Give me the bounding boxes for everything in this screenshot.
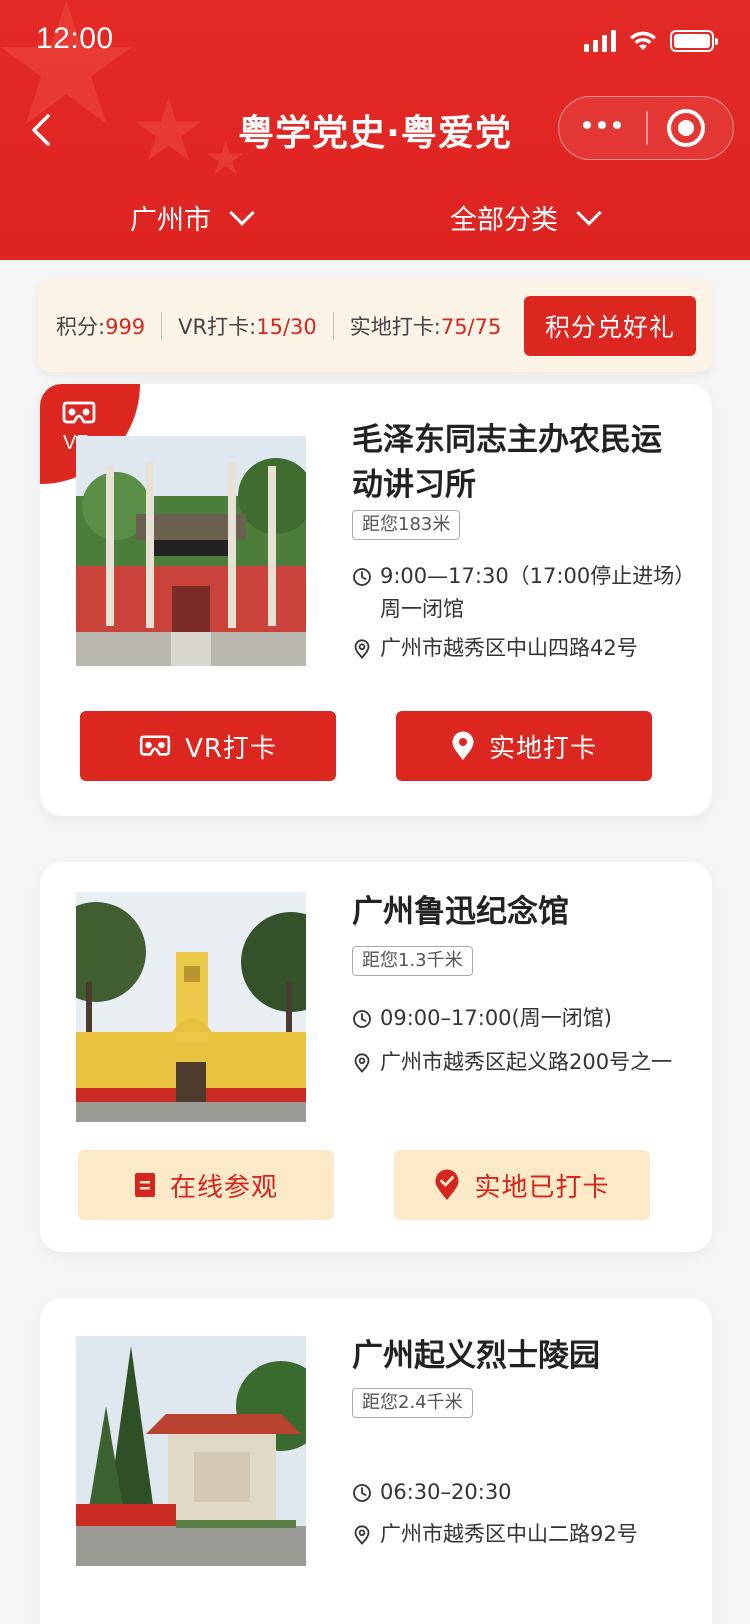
redeem-gifts-button[interactable]: 积分兑好礼 xyxy=(524,296,696,356)
document-icon xyxy=(134,1173,155,1197)
vr-checkin-button[interactable]: VR打卡 xyxy=(80,711,336,781)
onsite-checkin-value: 75/75 xyxy=(440,315,502,339)
location-pin-icon xyxy=(354,639,370,659)
city-filter-dropdown[interactable]: 广州市 xyxy=(130,198,255,237)
vr-checkin-value: 15/30 xyxy=(256,315,317,339)
opening-hours-text: 9:00—17:30（17:00停止进场）周一闭馆 xyxy=(380,564,696,621)
onsite-checkin-label: 实地打卡: xyxy=(349,315,441,339)
more-dots-icon[interactable] xyxy=(583,121,621,129)
location-pin-icon xyxy=(354,1053,370,1073)
battery-icon xyxy=(670,30,718,52)
opening-hours-text: 09:00–17:00(周一闭馆) xyxy=(380,1006,612,1030)
points-label: 积分: xyxy=(56,315,106,339)
opening-hours: 09:00–17:00(周一闭馆) xyxy=(352,1002,697,1035)
city-filter-label: 广州市 xyxy=(130,205,211,236)
category-filter-dropdown[interactable]: 全部分类 xyxy=(450,198,602,237)
vr-checkin-label: VR打卡: xyxy=(178,315,257,339)
site-photo xyxy=(76,892,306,1122)
address-text: 广州市越秀区中山四路42号 xyxy=(380,636,638,660)
chevron-down-icon xyxy=(576,199,602,226)
site-title: 广州鲁迅纪念馆 xyxy=(352,894,569,930)
address: 广州市越秀区中山四路42号 xyxy=(352,632,697,665)
status-icons xyxy=(584,30,718,52)
wifi-icon xyxy=(630,31,656,50)
filter-bar: 广州市 全部分类 xyxy=(0,190,750,250)
vr-checkin-stat: VR打卡:15/30 xyxy=(178,311,317,341)
online-visit-button[interactable]: 在线参观 xyxy=(78,1150,334,1220)
address: 广州市越秀区中山二路92号 xyxy=(352,1518,697,1551)
distance-badge: 距您2.4千米 xyxy=(352,1388,473,1418)
site-photo xyxy=(76,1336,306,1566)
onsite-checked-in-button[interactable]: 实地已打卡 xyxy=(394,1150,650,1220)
capsule-divider xyxy=(646,111,648,145)
clock-icon xyxy=(353,1484,371,1502)
address-text: 广州市越秀区起义路200号之一 xyxy=(380,1050,673,1074)
vr-checkin-button-label: VR打卡 xyxy=(185,733,277,764)
divider xyxy=(332,312,334,340)
points-value: 999 xyxy=(105,315,146,339)
navigation-bar: 粤学党史·粤爱党 xyxy=(0,90,750,170)
vr-glasses-icon xyxy=(139,735,171,756)
address: 广州市越秀区起义路200号之一 xyxy=(352,1046,682,1079)
location-check-icon xyxy=(435,1169,459,1200)
chevron-down-icon xyxy=(229,199,255,226)
header: ★ ★ ★ 12:00 粤学党史·粤爱党 广州市 全部分类 xyxy=(0,0,750,260)
distance-badge: 距您1.3千米 xyxy=(352,946,473,976)
mini-program-capsule xyxy=(558,96,734,160)
onsite-checkin-stat: 实地打卡:75/75 xyxy=(350,311,502,341)
target-icon[interactable] xyxy=(667,109,705,147)
site-title: 广州起义烈士陵园 xyxy=(352,1338,600,1374)
points-stat: 积分:999 xyxy=(56,311,145,341)
site-title: 毛泽东同志主办农民运动讲习所 xyxy=(352,422,662,503)
status-time: 12:00 xyxy=(36,22,114,55)
category-filter-label: 全部分类 xyxy=(450,205,558,236)
vr-glasses-icon xyxy=(62,401,96,424)
distance-badge: 距您183米 xyxy=(352,510,461,540)
opening-hours: 06:30–20:30 xyxy=(352,1476,697,1509)
clock-icon xyxy=(353,1010,371,1028)
status-bar: 12:00 xyxy=(0,0,750,88)
onsite-checkin-button[interactable]: 实地打卡 xyxy=(396,711,652,781)
location-pin-icon xyxy=(354,1525,370,1545)
divider xyxy=(161,312,163,340)
signal-icon xyxy=(584,30,616,52)
location-pin-icon xyxy=(452,731,474,760)
onsite-checkin-button-label: 实地打卡 xyxy=(488,733,597,764)
online-visit-button-label: 在线参观 xyxy=(169,1172,278,1203)
opening-hours-text: 06:30–20:30 xyxy=(380,1480,512,1504)
opening-hours: 9:00—17:30（17:00停止进场）周一闭馆 xyxy=(352,560,697,626)
clock-icon xyxy=(353,568,371,586)
site-card[interactable]: 广州起义烈士陵园 距您2.4千米 06:30–20:30 广州市越秀区中山二路9… xyxy=(40,1298,712,1624)
address-text: 广州市越秀区中山二路92号 xyxy=(380,1522,638,1546)
site-photo xyxy=(76,436,306,666)
site-card[interactable]: 广州鲁迅纪念馆 距您1.3千米 09:00–17:00(周一闭馆) 广州市越秀区… xyxy=(40,862,712,1252)
onsite-checked-in-button-label: 实地已打卡 xyxy=(474,1172,610,1203)
site-card[interactable]: VR 毛泽东同志主办农民运动讲习所 距您183米 9:00—17:30（17:0… xyxy=(40,384,712,816)
points-summary-bar: 积分:999 VR打卡:15/30 实地打卡:75/75 积分兑好礼 xyxy=(38,280,712,372)
